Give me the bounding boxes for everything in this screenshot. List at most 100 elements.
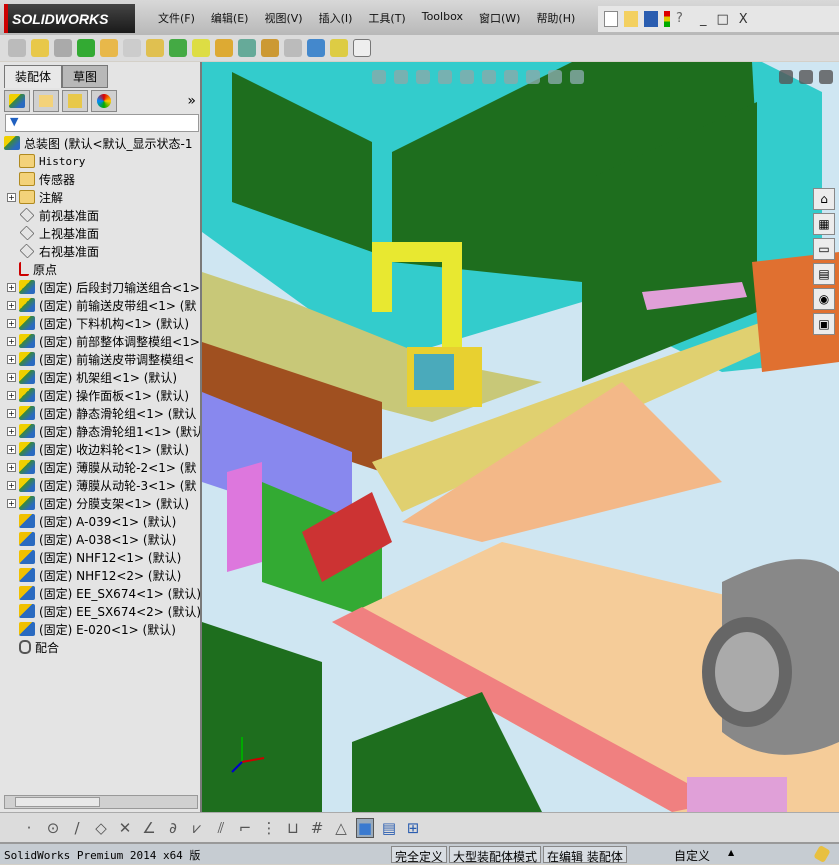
tree-item[interactable]: 配合	[0, 638, 200, 656]
viewport-minimize-icon[interactable]	[779, 70, 793, 84]
move-component-icon[interactable]	[123, 39, 141, 57]
new-document-icon[interactable]	[604, 11, 618, 27]
graphics-viewport[interactable]: ⌂ ▦ ▭ ▤ ◉ ▣	[202, 62, 839, 812]
expand-toggle-icon[interactable]: +	[7, 282, 16, 292]
explode-line-sketch-icon[interactable]	[284, 39, 302, 57]
close-button[interactable]: X	[739, 12, 748, 27]
expand-toggle-icon[interactable]: +	[7, 426, 16, 436]
menu-item[interactable]: 窗口(W)	[471, 10, 528, 26]
assembly-features-icon[interactable]	[169, 39, 187, 57]
tree-item[interactable]: + (固定) 机架组<1> (默认)	[0, 368, 200, 386]
bill-of-materials-icon[interactable]	[238, 39, 256, 57]
viewport-restore-icon[interactable]	[799, 70, 813, 84]
units-selector[interactable]: 自定义	[674, 847, 710, 864]
expand-toggle-icon[interactable]: +	[7, 300, 16, 310]
save-icon[interactable]	[644, 11, 658, 27]
edit-appearance-icon[interactable]	[526, 70, 540, 84]
tree-item[interactable]: (固定) E-020<1> (默认)	[0, 620, 200, 638]
clearance-verification-icon[interactable]	[330, 39, 348, 57]
menu-item[interactable]: 编辑(E)	[203, 10, 257, 26]
smart-fasteners-icon[interactable]	[100, 39, 118, 57]
tree-item[interactable]: (固定) NHF12<1> (默认)	[0, 548, 200, 566]
relations-icon[interactable]: △	[332, 819, 350, 837]
expand-toggle-icon[interactable]: +	[7, 336, 16, 346]
tag-icon[interactable]	[813, 844, 831, 864]
appearances-icon[interactable]: ◉	[813, 288, 835, 310]
extend-icon[interactable]: ∠	[140, 819, 158, 837]
trim-icon[interactable]: ✕	[116, 819, 134, 837]
property-manager-tab-icon[interactable]	[33, 90, 59, 112]
menu-item[interactable]: 文件(F)	[150, 10, 203, 26]
single-view-icon[interactable]: ▤	[380, 819, 398, 837]
previous-view-icon[interactable]	[416, 70, 430, 84]
units-arrow-icon[interactable]: ▲	[728, 848, 734, 857]
tab-sketch[interactable]: 草图	[62, 65, 109, 88]
zoom-to-fit-icon[interactable]	[372, 70, 386, 84]
tree-item[interactable]: + (固定) 下料机构<1> (默认)	[0, 314, 200, 332]
point-icon[interactable]: ·	[20, 819, 38, 837]
solidworks-resources-icon[interactable]: ⌂	[813, 188, 835, 210]
isometric-view-icon[interactable]: ■	[356, 817, 374, 838]
expand-toggle-icon[interactable]: +	[7, 480, 16, 490]
instant3d-icon[interactable]	[353, 39, 371, 57]
line-icon[interactable]: /	[68, 819, 86, 837]
display-manager-tab-icon[interactable]	[91, 90, 117, 112]
tree-item[interactable]: 原点	[0, 260, 200, 278]
hide-show-items-icon[interactable]	[504, 70, 518, 84]
tree-item[interactable]: + (固定) 收边料轮<1> (默认)	[0, 440, 200, 458]
tree-item[interactable]: 总装图 (默认<默认_显示状态-1	[0, 134, 200, 152]
expand-toggle-icon[interactable]: +	[7, 444, 16, 454]
circle-icon[interactable]: ⊙	[44, 819, 62, 837]
reference-geometry-icon[interactable]	[192, 39, 210, 57]
expand-toggle-icon[interactable]: +	[7, 390, 16, 400]
grid-icon[interactable]: #	[308, 819, 326, 837]
expand-toggle-icon[interactable]: +	[7, 354, 16, 364]
tree-item[interactable]: + (固定) 薄膜从动轮-3<1> (默	[0, 476, 200, 494]
interference-detection-icon[interactable]	[307, 39, 325, 57]
expand-toggle-icon[interactable]: +	[7, 372, 16, 382]
tree-item[interactable]: (固定) EE_SX674<1> (默认)	[0, 584, 200, 602]
design-library-icon[interactable]: ▦	[813, 213, 835, 235]
tree-item[interactable]: + (固定) 静态滑轮组<1> (默认	[0, 404, 200, 422]
tree-item[interactable]: + (固定) 薄膜从动轮-2<1> (默	[0, 458, 200, 476]
tree-item[interactable]: 前视基准面	[0, 206, 200, 224]
dimension-icon[interactable]: ⊔	[284, 819, 302, 837]
offset-icon[interactable]: ⫽	[212, 819, 230, 837]
tree-item[interactable]: History	[0, 152, 200, 170]
construction-geometry-icon[interactable]: ⋮	[260, 819, 278, 837]
fillet-icon[interactable]: ∂	[164, 819, 182, 837]
menu-item[interactable]: 视图(V)	[256, 10, 310, 26]
scrollbar-thumb[interactable]	[15, 797, 100, 807]
tree-item[interactable]: + (固定) 后段封刀输送组合<1>	[0, 278, 200, 296]
menu-item[interactable]: 插入(I)	[311, 10, 361, 26]
tab-assembly[interactable]: 装配体	[4, 65, 63, 88]
tree-item[interactable]: 上视基准面	[0, 224, 200, 242]
tree-item[interactable]: + (固定) 操作面板<1> (默认)	[0, 386, 200, 404]
expand-more-button[interactable]: »	[187, 93, 196, 109]
custom-properties-icon[interactable]: ▣	[813, 313, 835, 335]
tree-item[interactable]: (固定) EE_SX674<2> (默认)	[0, 602, 200, 620]
tree-item[interactable]: + (固定) 前部整体调整模组<1>	[0, 332, 200, 350]
configuration-manager-tab-icon[interactable]	[62, 90, 88, 112]
horizontal-scrollbar[interactable]	[4, 795, 198, 809]
show-hidden-icon[interactable]	[146, 39, 164, 57]
tree-item[interactable]: + (固定) 前输送皮带调整模组<	[0, 350, 200, 368]
mate-icon[interactable]	[54, 39, 72, 57]
section-view-icon[interactable]	[438, 70, 452, 84]
view-settings-icon[interactable]	[570, 70, 584, 84]
insert-component-icon[interactable]	[8, 39, 26, 57]
filter-field[interactable]: ▼	[5, 114, 199, 132]
menu-item[interactable]: Toolbox	[414, 10, 471, 26]
restore-button[interactable]: □	[717, 12, 729, 27]
menu-item[interactable]: 工具(T)	[360, 10, 413, 26]
apply-scene-icon[interactable]	[548, 70, 562, 84]
expand-toggle-icon[interactable]: +	[7, 408, 16, 418]
viewport-close-icon[interactable]	[819, 70, 833, 84]
new-motion-study-icon[interactable]	[215, 39, 233, 57]
rebuild-icon[interactable]	[664, 11, 670, 27]
help-icon[interactable]: ?	[676, 11, 690, 27]
tree-item[interactable]: (固定) A-038<1> (默认)	[0, 530, 200, 548]
expand-toggle-icon[interactable]: +	[7, 462, 16, 472]
expand-toggle-icon[interactable]: +	[7, 318, 16, 328]
tree-item[interactable]: + (固定) 分膜支架<1> (默认)	[0, 494, 200, 512]
